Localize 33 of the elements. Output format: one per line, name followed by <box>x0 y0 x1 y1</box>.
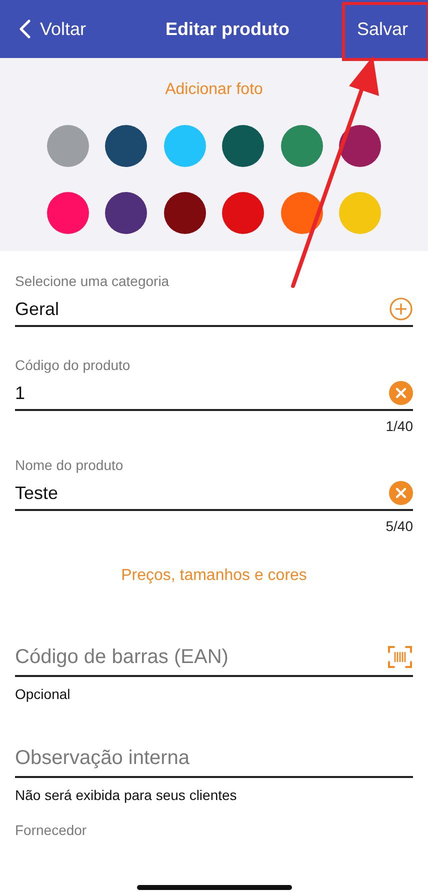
character-counter: 1/40 <box>384 417 413 435</box>
helper-text: Opcional <box>15 685 72 703</box>
color-swatch[interactable] <box>46 192 89 234</box>
plus-icon[interactable] <box>389 297 413 321</box>
chevron-left-icon[interactable] <box>19 19 31 39</box>
color-swatch[interactable] <box>280 125 323 167</box>
back-button[interactable]: Voltar <box>19 18 86 40</box>
field-label: Selecione uma categoria <box>15 272 170 290</box>
color-swatch[interactable] <box>339 192 382 234</box>
field-label: Nome do produto <box>15 456 124 474</box>
select-field[interactable]: Geral <box>15 293 413 327</box>
field-label: Fornecedor <box>15 821 88 839</box>
clear-icon[interactable] <box>389 381 413 405</box>
input-field[interactable]: 1 <box>15 377 413 411</box>
input-field[interactable]: Código de barras (EAN) <box>15 639 413 677</box>
color-swatch[interactable] <box>105 125 148 167</box>
color-swatch[interactable] <box>280 192 323 234</box>
color-swatch[interactable] <box>339 125 382 167</box>
input-field[interactable]: Observação interna <box>15 740 413 778</box>
barcode-scan-icon[interactable] <box>387 644 413 670</box>
screen-title: Editar produto <box>166 18 290 40</box>
color-swatch[interactable] <box>164 192 206 234</box>
color-swatch[interactable] <box>46 125 89 167</box>
color-swatch[interactable] <box>105 192 148 234</box>
input-field[interactable]: Teste <box>15 477 413 511</box>
clear-icon[interactable] <box>389 481 413 505</box>
color-swatch[interactable] <box>222 192 264 234</box>
color-swatch[interactable] <box>222 125 264 167</box>
helper-text: Não será exibida para seus clientes <box>15 786 238 804</box>
save-button[interactable]: Salvar <box>350 12 414 46</box>
character-counter: 5/40 <box>384 517 413 535</box>
color-swatch[interactable] <box>164 125 206 167</box>
field-label: Código do produto <box>15 356 132 374</box>
